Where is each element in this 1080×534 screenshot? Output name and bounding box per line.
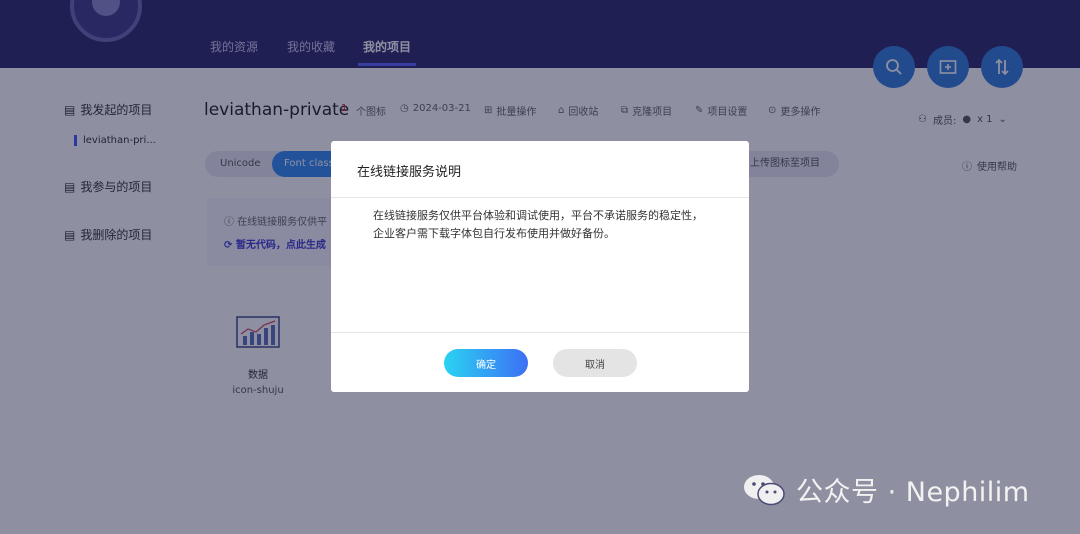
divider <box>331 197 749 198</box>
watermark-text: 公众号 · Nephilim <box>796 477 1030 508</box>
divider <box>331 332 749 333</box>
watermark: 公众号 · Nephilim <box>742 470 1030 509</box>
wechat-icon <box>744 474 785 505</box>
confirm-button[interactable]: 确定 <box>444 349 528 377</box>
cancel-button[interactable]: 取消 <box>553 349 637 377</box>
online-link-dialog: 在线链接服务说明 在线链接服务仅供平台体验和调试使用，平台不承诺服务的稳定性，企… <box>331 141 749 392</box>
dialog-title: 在线链接服务说明 <box>357 165 462 180</box>
dialog-body: 在线链接服务仅供平台体验和调试使用，平台不承诺服务的稳定性，企业客户需下载字体包… <box>373 209 703 240</box>
